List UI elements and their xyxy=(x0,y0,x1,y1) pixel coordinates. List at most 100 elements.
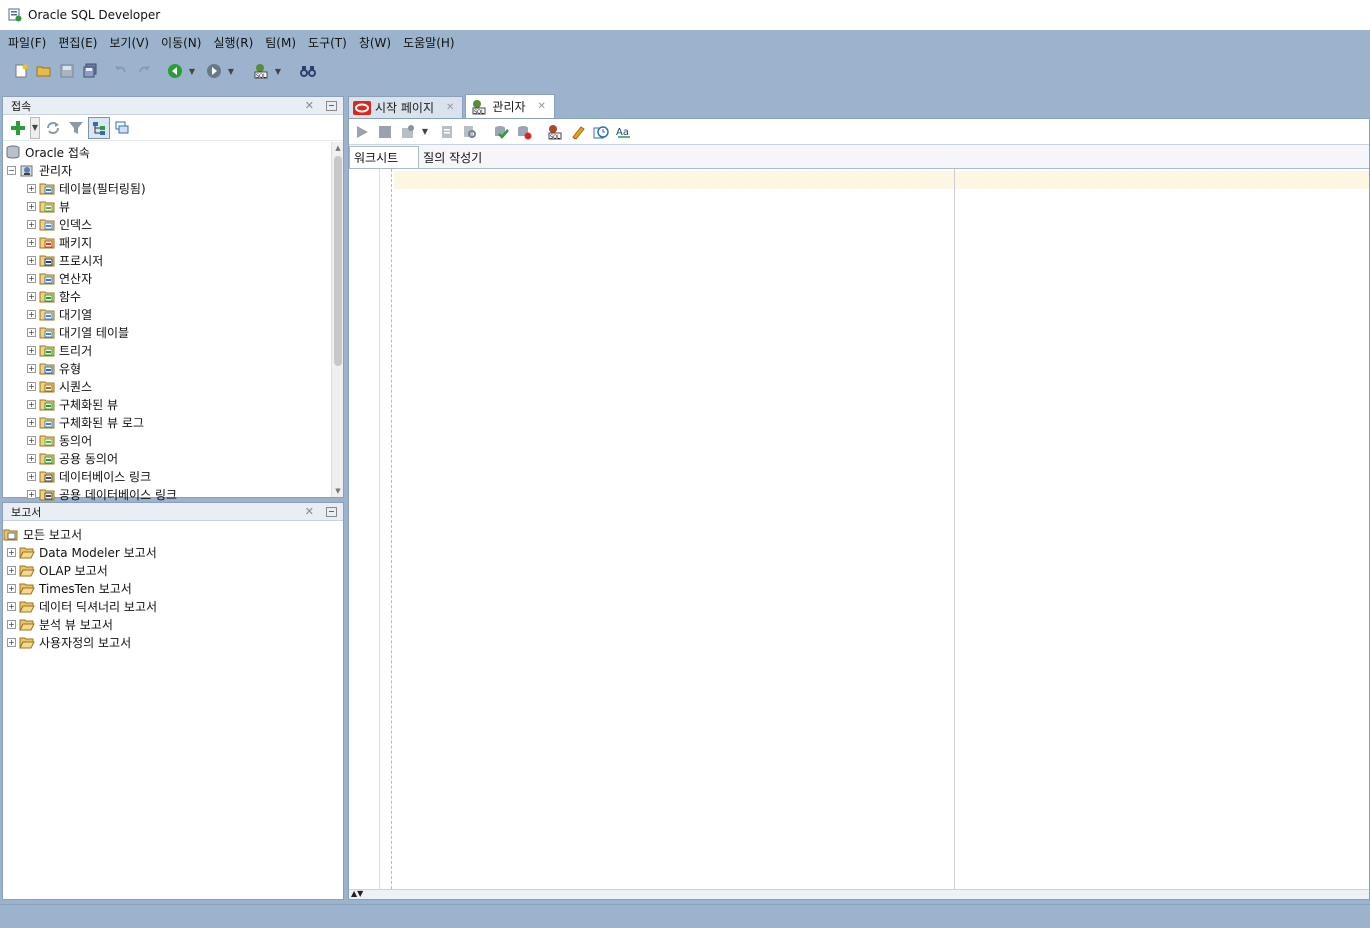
tree-node-object-type[interactable]: + 인덱스 xyxy=(3,215,343,233)
save-all-button[interactable] xyxy=(79,60,101,82)
menu-file[interactable]: 파일(F) xyxy=(2,30,52,56)
new-connection-button[interactable] xyxy=(7,117,29,139)
sql-history-button[interactable] xyxy=(590,121,612,143)
forward-dropdown[interactable]: ▼ xyxy=(226,60,236,82)
tree-node-report-category[interactable]: + 사용자정의 보고서 xyxy=(3,633,343,651)
undo-button[interactable] xyxy=(110,60,132,82)
close-icon[interactable]: ✕ xyxy=(305,99,314,112)
to-upper-lower-button[interactable]: Aa xyxy=(613,121,635,143)
close-icon[interactable]: ✕ xyxy=(446,102,454,113)
expand-toggle[interactable]: + xyxy=(27,453,36,463)
tree-node-object-type[interactable]: + 트리거 xyxy=(3,341,343,359)
tab-admin[interactable]: SQL 관리자 ✕ xyxy=(465,94,555,118)
sql-tuning-button[interactable] xyxy=(459,121,481,143)
expand-toggle[interactable]: + xyxy=(7,601,16,611)
new-connection-dropdown[interactable]: ▼ xyxy=(30,116,40,139)
expand-toggle[interactable]: + xyxy=(27,183,36,193)
tree-node-object-type[interactable]: + 시퀀스 xyxy=(3,377,343,395)
forward-button[interactable] xyxy=(203,60,225,82)
unshared-sql-worksheet-button[interactable]: SQL xyxy=(544,121,566,143)
scroll-up-arrow[interactable]: ▲ xyxy=(332,142,344,154)
sql-worksheet-button[interactable]: SQL xyxy=(250,60,272,82)
menu-edit[interactable]: 편집(E) xyxy=(52,30,103,56)
expand-toggle[interactable]: + xyxy=(27,489,36,499)
tree-node-object-type[interactable]: + 대기열 xyxy=(3,305,343,323)
tree-node-object-type[interactable]: + 패키지 xyxy=(3,233,343,251)
tree-node-object-type[interactable]: + 유형 xyxy=(3,359,343,377)
tree-node-report-category[interactable]: + 데이터 딕셔너리 보고서 xyxy=(3,597,343,615)
expand-toggle[interactable]: + xyxy=(27,273,36,283)
menu-run[interactable]: 실행(R) xyxy=(207,30,259,56)
new-button[interactable] xyxy=(10,60,32,82)
expand-toggle[interactable]: + xyxy=(7,637,16,647)
clear-button[interactable] xyxy=(567,121,589,143)
minimize-icon[interactable] xyxy=(326,506,337,517)
tree-node-object-type[interactable]: + 연산자 xyxy=(3,269,343,287)
expand-toggle[interactable]: + xyxy=(27,291,36,301)
expand-toggle[interactable]: + xyxy=(27,381,36,391)
expand-toggle[interactable]: + xyxy=(7,547,16,557)
run-statement-button[interactable] xyxy=(351,121,373,143)
expand-toggle[interactable]: + xyxy=(27,201,36,211)
code-editor[interactable] xyxy=(349,169,1369,889)
tree-node-object-type[interactable]: + 구체화된 뷰 로그 xyxy=(3,413,343,431)
open-button[interactable] xyxy=(33,60,55,82)
save-button[interactable] xyxy=(56,60,78,82)
redo-button[interactable] xyxy=(133,60,155,82)
expand-toggle[interactable]: + xyxy=(27,417,36,427)
refresh-button[interactable] xyxy=(42,117,64,139)
tree-node-object-type[interactable]: + 구체화된 뷰 xyxy=(3,395,343,413)
filter-button[interactable] xyxy=(65,117,87,139)
autotrace-button[interactable] xyxy=(397,121,419,143)
tree-node-report-category[interactable]: + TimesTen 보고서 xyxy=(3,579,343,597)
tree-node-object-type[interactable]: + 공용 동의어 xyxy=(3,449,343,467)
expand-toggle[interactable]: + xyxy=(27,435,36,445)
expand-toggle[interactable]: + xyxy=(7,619,16,629)
tab-start-page[interactable]: 시작 페이지 ✕ xyxy=(348,96,464,118)
collapse-toggle[interactable]: − xyxy=(7,165,16,175)
tree-node-object-type[interactable]: + 함수 xyxy=(3,287,343,305)
tree-node-object-type[interactable]: + 프로시저 xyxy=(3,251,343,269)
explain-plan-button[interactable] xyxy=(436,121,458,143)
tree-node-object-type[interactable]: + 공용 데이터베이스 링크 xyxy=(3,485,343,503)
minimize-icon[interactable] xyxy=(326,100,337,111)
expand-toggle[interactable]: + xyxy=(27,219,36,229)
subtab-query-builder[interactable]: 질의 작성기 xyxy=(419,146,502,168)
expand-toggle[interactable]: + xyxy=(27,345,36,355)
menu-view[interactable]: 보기(V) xyxy=(103,30,155,56)
collapse-arrow-icon[interactable]: ▼ xyxy=(357,889,363,898)
collapse-all-button[interactable] xyxy=(111,117,133,139)
subtab-worksheet[interactable]: 워크시트 xyxy=(349,146,420,168)
expand-toggle[interactable]: + xyxy=(7,583,16,593)
expand-toggle[interactable]: + xyxy=(27,327,36,337)
tree-node-all-reports[interactable]: 모든 보고서 xyxy=(3,525,343,543)
expand-toggle[interactable]: + xyxy=(27,399,36,409)
run-script-button[interactable] xyxy=(374,121,396,143)
close-icon[interactable]: ✕ xyxy=(538,101,546,112)
tree-node-object-type[interactable]: + 테이블(필터링됨) xyxy=(3,179,343,197)
expand-toggle[interactable]: + xyxy=(27,363,36,373)
tree-node-report-category[interactable]: + OLAP 보고서 xyxy=(3,561,343,579)
tree-node-object-type[interactable]: + 대기열 테이블 xyxy=(3,323,343,341)
back-button[interactable] xyxy=(164,60,186,82)
tree-node-oracle-connections[interactable]: Oracle 접속 xyxy=(3,143,343,161)
commit-button[interactable] xyxy=(490,121,512,143)
tree-node-report-category[interactable]: + 분석 뷰 보고서 xyxy=(3,615,343,633)
menu-help[interactable]: 도움말(H) xyxy=(397,30,461,56)
rollback-button[interactable] xyxy=(513,121,535,143)
scroll-down-arrow[interactable]: ▼ xyxy=(332,485,344,497)
tree-node-report-category[interactable]: + Data Modeler 보고서 xyxy=(3,543,343,561)
expand-toggle[interactable]: + xyxy=(27,309,36,319)
autotrace-dropdown[interactable]: ▼ xyxy=(420,121,430,143)
close-icon[interactable]: ✕ xyxy=(305,505,314,518)
tree-node-connection-admin[interactable]: − 관리자 xyxy=(3,161,343,179)
sql-worksheet-dropdown[interactable]: ▼ xyxy=(273,60,283,82)
tree-node-object-type[interactable]: + 뷰 xyxy=(3,197,343,215)
menu-navigate[interactable]: 이동(N) xyxy=(155,30,207,56)
expand-toggle[interactable]: + xyxy=(27,237,36,247)
menu-tools[interactable]: 도구(T) xyxy=(302,30,353,56)
schema-browser-button[interactable] xyxy=(88,116,110,139)
expand-toggle[interactable]: + xyxy=(27,255,36,265)
expand-toggle[interactable]: + xyxy=(7,565,16,575)
tree-node-object-type[interactable]: + 동의어 xyxy=(3,431,343,449)
